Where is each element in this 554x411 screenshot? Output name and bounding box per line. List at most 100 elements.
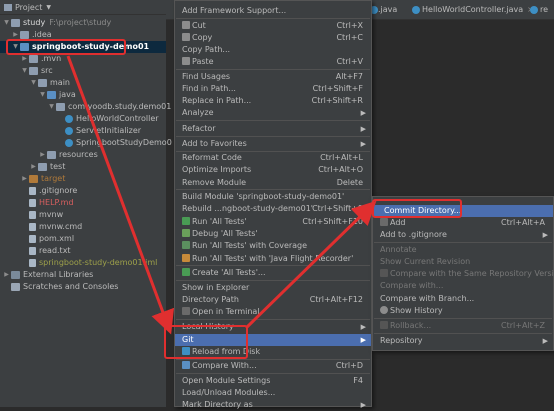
editor-tab-label: on.java (368, 5, 398, 14)
menu-item-remove-module[interactable]: Remove Module Delete (175, 177, 371, 189)
expand-arrow-icon[interactable]: ▶ (2, 269, 11, 281)
menu-item-analyze[interactable]: Analyze ▶ (175, 107, 371, 119)
tree-item-servletinitializer[interactable]: ServletInitializer (65, 125, 141, 137)
tree-item-target[interactable]: ▶ target (20, 173, 65, 185)
expand-arrow-icon[interactable]: ▼ (47, 101, 56, 113)
tree-item-java[interactable]: ▼ java (38, 89, 76, 101)
reload-icon (182, 347, 190, 355)
menu-item-compare-with[interactable]: Compare With... Ctrl+D (175, 360, 371, 372)
tree-item-springbootstudydemo[interactable]: SpringbootStudyDemo0 (65, 137, 172, 149)
file-icon (29, 187, 36, 195)
menu-item-add-to-gitignore[interactable]: Add to .gitignore ▶ (373, 229, 553, 241)
menu-item-show-in-explorer[interactable]: Show in Explorer (175, 282, 371, 294)
menu-item-create-all-tests[interactable]: Create 'All Tests'... (175, 267, 371, 279)
menu-item-open-in-terminal[interactable]: Open in Terminal (175, 306, 371, 318)
menu-item-debug-all-tests[interactable]: Debug 'All Tests' (175, 228, 371, 240)
tree-item-helloworldcontroller[interactable]: HelloWorldController (65, 113, 159, 125)
editor-tab-on-java[interactable]: on.java (368, 3, 397, 17)
tree-item-springboot-study-demo01[interactable]: ▼ springboot-study-demo01 (0, 41, 166, 53)
expand-arrow-icon[interactable]: ▼ (20, 65, 29, 77)
chevron-down-icon[interactable]: ▼ (46, 4, 51, 11)
menu-item-compare-with[interactable]: Compare with... (373, 280, 553, 292)
menu-item-copy-path[interactable]: Copy Path... (175, 44, 371, 56)
expand-arrow-icon[interactable]: ▶ (11, 29, 20, 41)
expand-arrow-icon[interactable]: ▶ (29, 161, 38, 173)
menu-item-reformat-code[interactable]: Reformat Code Ctrl+Alt+L (175, 152, 371, 164)
menu-item-add-framework-support[interactable]: Add Framework Support... (175, 5, 371, 17)
debug-icon (182, 229, 190, 237)
menu-item-repository[interactable]: Repository ▶ (373, 335, 553, 347)
run-icon (182, 217, 190, 225)
tree-item-iml[interactable]: springboot-study-demo01.iml (29, 257, 157, 269)
tree-item-study[interactable]: ▼ study F:\project\study (2, 17, 111, 29)
tree-item-mvn[interactable]: ▶ .mvn (20, 53, 61, 65)
menu-item-directory-path[interactable]: Directory Path Ctrl+Alt+F12 (175, 294, 371, 306)
menu-item-commit-directory[interactable]: Commit Directory... (373, 205, 553, 217)
menu-item-show-current-revision[interactable]: Show Current Revision (373, 256, 553, 268)
expand-arrow-icon[interactable]: ▶ (38, 149, 47, 161)
menu-item-build-module[interactable]: Build Module 'springboot-study-demo01' (175, 191, 371, 203)
tree-item-test[interactable]: ▶ test (29, 161, 65, 173)
menu-item-optimize-imports[interactable]: Optimize Imports Ctrl+Alt+O (175, 164, 371, 176)
menu-item-open-module-settings[interactable]: Open Module Settings F4 (175, 375, 371, 387)
project-tool-window-header[interactable]: Project ▼ (0, 0, 166, 15)
menu-item-replace-in-path[interactable]: Replace in Path... Ctrl+Shift+R (175, 95, 371, 107)
tree-item-label: .gitignore (39, 186, 78, 195)
menu-item-cut[interactable]: Cut Ctrl+X (175, 20, 371, 32)
menu-item-compare-with-branch[interactable]: Compare with Branch... (373, 293, 553, 305)
menu-separator (176, 18, 370, 19)
menu-item-rebuild[interactable]: Rebuild ...ngboot-study-demo01' Ctrl+Shif… (175, 203, 371, 215)
menu-item-annotate[interactable]: Annotate (373, 244, 553, 256)
tree-item-src[interactable]: ▼ src (20, 65, 53, 77)
menu-item-local-history[interactable]: Local History ▶ (175, 321, 371, 333)
scissors-icon (182, 21, 190, 29)
menu-item-git-add[interactable]: Add Ctrl+Alt+A (373, 217, 553, 229)
project-tree: ▼ study F:\project\study ▶ .idea ▼ sprin… (0, 15, 172, 407)
editor-tab-re[interactable]: re (528, 3, 548, 17)
menu-item-rollback[interactable]: Rollback... Ctrl+Alt+Z (373, 320, 553, 332)
tree-item-label: src (41, 66, 53, 75)
menu-item-add-to-favorites[interactable]: Add to Favorites ▶ (175, 138, 371, 150)
menu-item-load-unload-modules[interactable]: Load/Unload Modules... (175, 387, 371, 399)
submenu-arrow-icon: ▶ (360, 323, 366, 331)
tree-item-help-md[interactable]: HELP.md (29, 197, 74, 209)
expand-arrow-icon[interactable]: ▶ (20, 173, 29, 185)
tree-item-mvnw-cmd[interactable]: mvnw.cmd (29, 221, 82, 233)
git-submenu: Commit Directory... Add Ctrl+Alt+A Add to… (372, 196, 554, 351)
tree-item-pom-xml[interactable]: pom.xml (29, 233, 74, 245)
tree-item-gitignore[interactable]: .gitignore (29, 185, 77, 197)
tree-item-label: test (50, 162, 66, 171)
menu-separator (176, 373, 370, 374)
menu-item-run-all-tests[interactable]: Run 'All Tests' Ctrl+Shift+F10 (175, 216, 371, 228)
copy-icon (182, 33, 190, 41)
menu-separator (176, 280, 370, 281)
tree-item-idea[interactable]: ▶ .idea (11, 29, 52, 41)
menu-item-reload-from-disk[interactable]: Reload from Disk (175, 346, 371, 358)
tree-item-resources[interactable]: ▶ resources (38, 149, 98, 161)
tree-item-scratches[interactable]: Scratches and Consoles (11, 281, 118, 293)
menu-item-compare-same-repository-version[interactable]: Compare with the Same Repository Version (373, 268, 554, 280)
tree-item-read-txt[interactable]: read.txt (29, 245, 71, 257)
menu-item-refactor[interactable]: Refactor ▶ (175, 123, 371, 135)
tree-item-mvnw[interactable]: mvnw (29, 209, 63, 221)
tree-item-main[interactable]: ▼ main (29, 77, 70, 89)
expand-arrow-icon[interactable]: ▼ (11, 41, 20, 53)
menu-item-show-history[interactable]: Show History (373, 305, 553, 317)
menu-item-run-with-flight-recorder[interactable]: Run 'All Tests' with 'Java Flight Record… (175, 253, 371, 265)
expand-arrow-icon[interactable]: ▶ (20, 53, 29, 65)
menu-item-copy[interactable]: Copy Ctrl+C (175, 32, 371, 44)
menu-item-find-in-path[interactable]: Find in Path... Ctrl+Shift+F (175, 83, 371, 95)
tree-item-package[interactable]: ▼ com.yoodb.study.demo01 (47, 101, 171, 113)
menu-item-run-with-coverage[interactable]: Run 'All Tests' with Coverage (175, 240, 371, 252)
editor-tab-label: re (540, 5, 549, 14)
menu-item-find-usages[interactable]: Find Usages Alt+F7 (175, 71, 371, 83)
menu-item-paste[interactable]: Paste Ctrl+V (175, 56, 371, 68)
editor-tab-helloworldcontroller[interactable]: HelloWorldController.java × (410, 3, 534, 17)
project-view-title: Project (15, 2, 43, 12)
expand-arrow-icon[interactable]: ▼ (38, 89, 47, 101)
tree-item-external-libraries[interactable]: ▶ External Libraries (2, 269, 93, 281)
menu-item-git[interactable]: Git ▶ (175, 334, 371, 346)
menu-item-mark-directory-as[interactable]: Mark Directory as ▶ (175, 399, 371, 411)
expand-arrow-icon[interactable]: ▼ (2, 17, 11, 29)
expand-arrow-icon[interactable]: ▼ (29, 77, 38, 89)
